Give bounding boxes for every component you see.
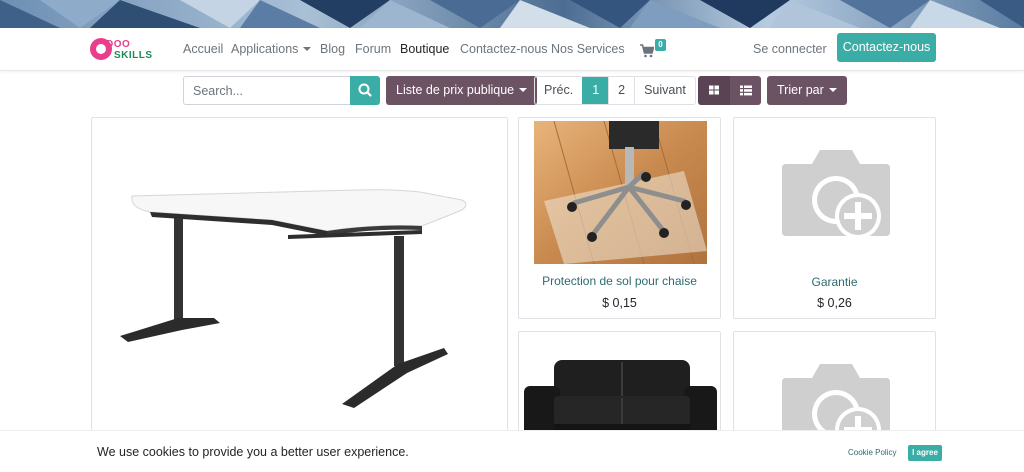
nav-item-contact[interactable]: Contactez-nous bbox=[460, 42, 548, 56]
product-name[interactable]: Garantie bbox=[734, 275, 935, 289]
product-card-chair-mat[interactable]: Protection de sol pour chaise $ 0,15 bbox=[518, 117, 721, 319]
grid-view-button[interactable] bbox=[698, 76, 730, 105]
cart-link[interactable]: 0 bbox=[640, 39, 670, 59]
cookie-bar: We use cookies to provide you a better u… bbox=[0, 430, 1024, 472]
cookie-message: We use cookies to provide you a better u… bbox=[97, 445, 409, 459]
sofa-product-image bbox=[524, 360, 717, 440]
chevron-down-icon bbox=[828, 88, 837, 92]
chevron-down-icon bbox=[519, 88, 528, 92]
product-card-sofa[interactable] bbox=[518, 331, 721, 441]
product-name[interactable]: Protection de sol pour chaise bbox=[519, 274, 720, 288]
nav-item-forum[interactable]: Forum bbox=[355, 42, 391, 56]
product-card-garantie[interactable]: Garantie $ 0,26 bbox=[733, 117, 936, 319]
grid-icon bbox=[709, 85, 719, 95]
cookie-policy-link[interactable]: Cookie Policy bbox=[848, 448, 896, 457]
nav-item-boutique[interactable]: Boutique bbox=[400, 42, 449, 56]
cart-count-badge: 0 bbox=[655, 39, 666, 51]
desk-product-image bbox=[120, 189, 467, 408]
pager-page-1[interactable]: 1 bbox=[582, 77, 609, 104]
pricelist-dropdown[interactable]: Liste de prix publique bbox=[386, 76, 538, 105]
view-toggle bbox=[698, 76, 761, 105]
chair-mat-product-image bbox=[534, 121, 707, 264]
cookie-agree-button[interactable]: I agree bbox=[908, 445, 942, 461]
search-icon bbox=[358, 83, 372, 97]
pager-next[interactable]: Suivant bbox=[634, 77, 695, 104]
sort-dropdown[interactable]: Trier par bbox=[767, 76, 847, 105]
camera-placeholder-icon bbox=[782, 364, 890, 440]
login-link[interactable]: Se connecter bbox=[753, 42, 827, 56]
nav-item-services[interactable]: Nos Services bbox=[551, 42, 625, 56]
nav-item-accueil[interactable]: Accueil bbox=[183, 42, 223, 56]
brand-logo[interactable]: DOO SKILLS bbox=[90, 37, 160, 63]
pager-prev[interactable]: Préc. bbox=[535, 77, 582, 104]
navbar: DOO SKILLS Accueil Applications Blog For… bbox=[0, 28, 1024, 71]
list-view-button[interactable] bbox=[730, 76, 761, 105]
pager-page-2[interactable]: 2 bbox=[608, 77, 634, 104]
search-button[interactable] bbox=[350, 76, 380, 105]
search-input[interactable] bbox=[183, 76, 350, 105]
product-price: $ 0,26 bbox=[817, 296, 852, 310]
list-icon bbox=[740, 85, 752, 96]
nav-item-blog[interactable]: Blog bbox=[320, 42, 345, 56]
product-price: $ 0,15 bbox=[602, 296, 637, 310]
pagination: Préc. 1 2 Suivant bbox=[534, 76, 696, 105]
camera-placeholder-icon bbox=[782, 150, 890, 239]
cart-icon bbox=[640, 44, 654, 58]
contact-button[interactable]: Contactez-nous bbox=[837, 33, 936, 62]
search-form bbox=[183, 76, 380, 105]
header-banner bbox=[0, 0, 1024, 28]
nav-item-applications[interactable]: Applications bbox=[231, 42, 312, 56]
product-card-desk[interactable] bbox=[91, 117, 508, 447]
chevron-down-icon bbox=[303, 47, 312, 51]
product-card-placeholder[interactable] bbox=[733, 331, 936, 441]
